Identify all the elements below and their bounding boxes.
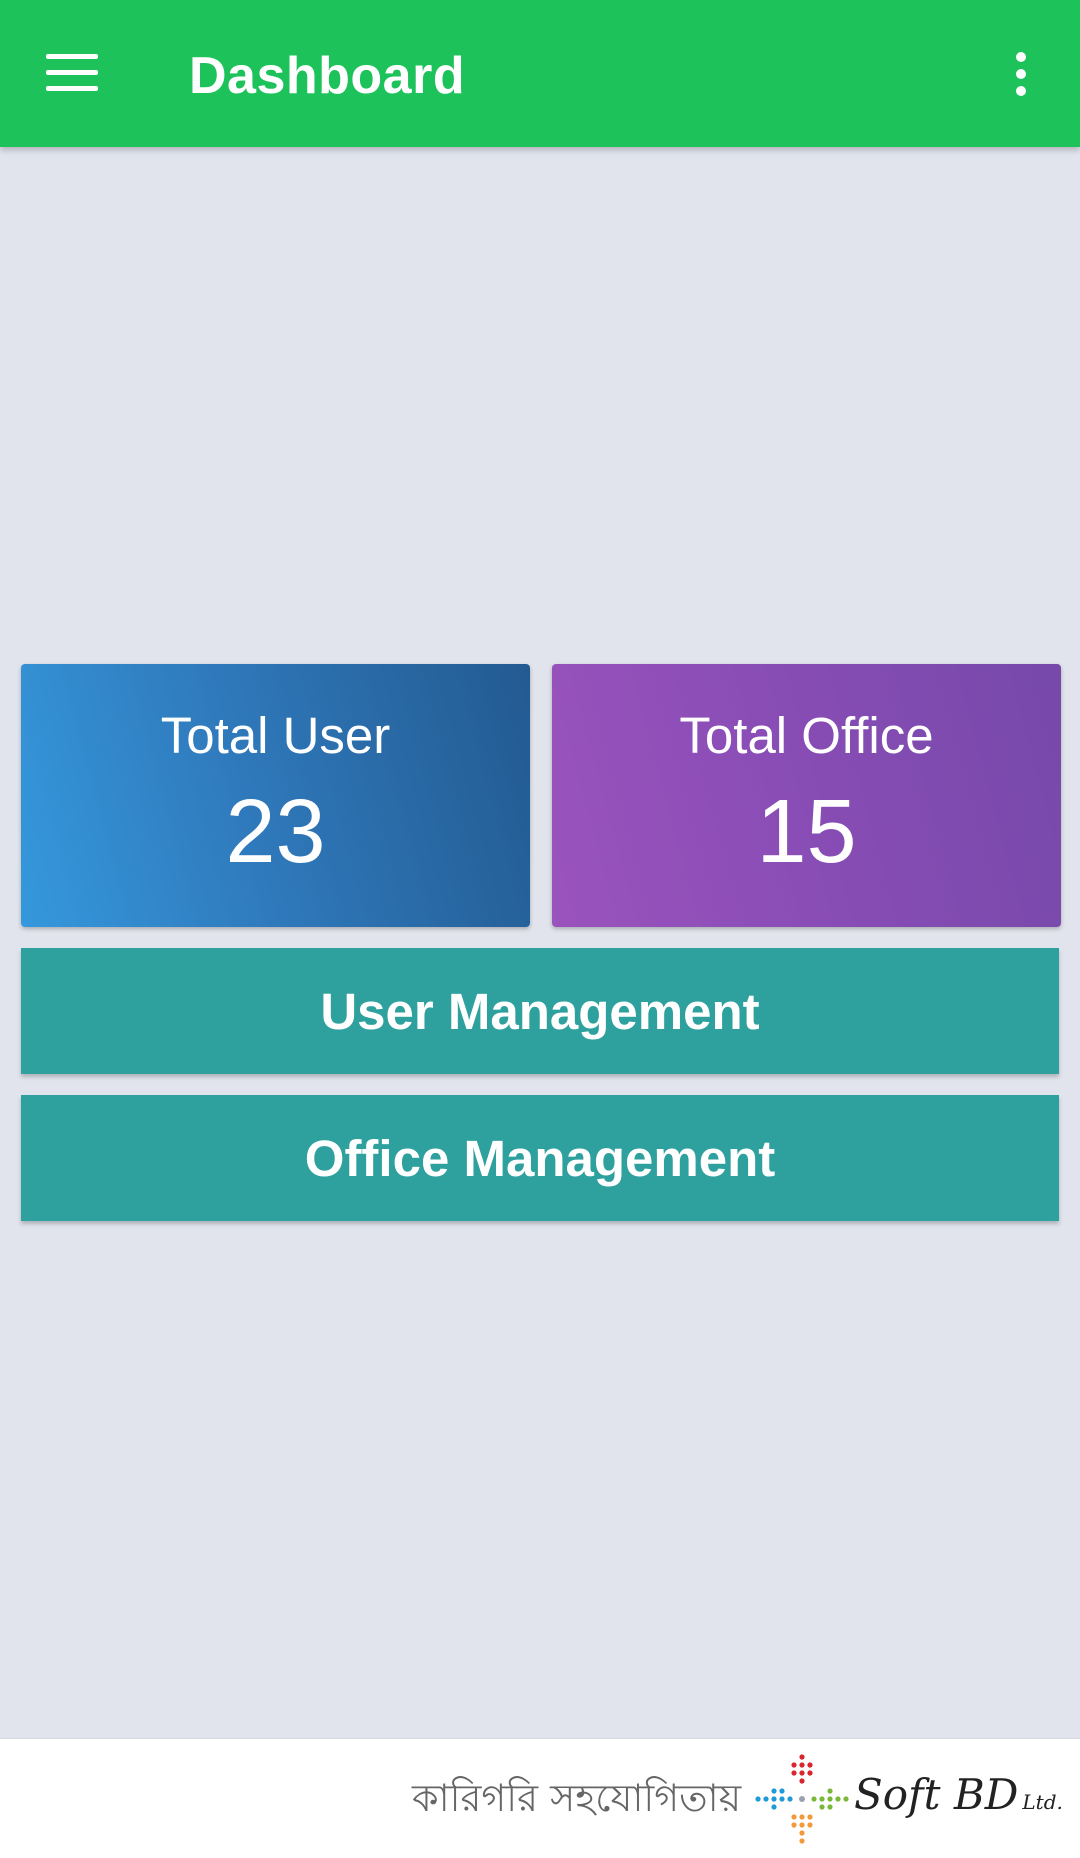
total-user-label: Total User — [160, 707, 391, 764]
user-management-button[interactable]: User Management — [21, 948, 1059, 1074]
total-user-card[interactable]: Total User 23 — [21, 664, 530, 927]
logo-suffix: Ltd. — [1022, 1790, 1063, 1814]
total-office-card[interactable]: Total Office 15 — [552, 664, 1061, 927]
logo-name: Soft BD — [854, 1770, 1019, 1819]
more-vertical-icon[interactable] — [986, 36, 1056, 112]
softbd-logo-wordmark: Soft BD Ltd. — [854, 1765, 1063, 1832]
hamburger-menu-icon[interactable] — [24, 24, 120, 120]
total-office-value: 15 — [756, 782, 857, 882]
app-bar: Dashboard — [0, 0, 1080, 147]
total-office-label: Total Office — [679, 707, 934, 764]
softbd-logo-icon — [755, 1754, 849, 1844]
page-title: Dashboard — [189, 47, 466, 105]
footer-credit-text: কারিগরি সহযোগিতায় — [412, 1776, 742, 1820]
footer: কারিগরি সহযোগিতায় Soft BD Ltd. — [0, 1738, 1080, 1858]
total-user-value: 23 — [225, 782, 326, 882]
office-management-button[interactable]: Office Management — [21, 1095, 1059, 1221]
